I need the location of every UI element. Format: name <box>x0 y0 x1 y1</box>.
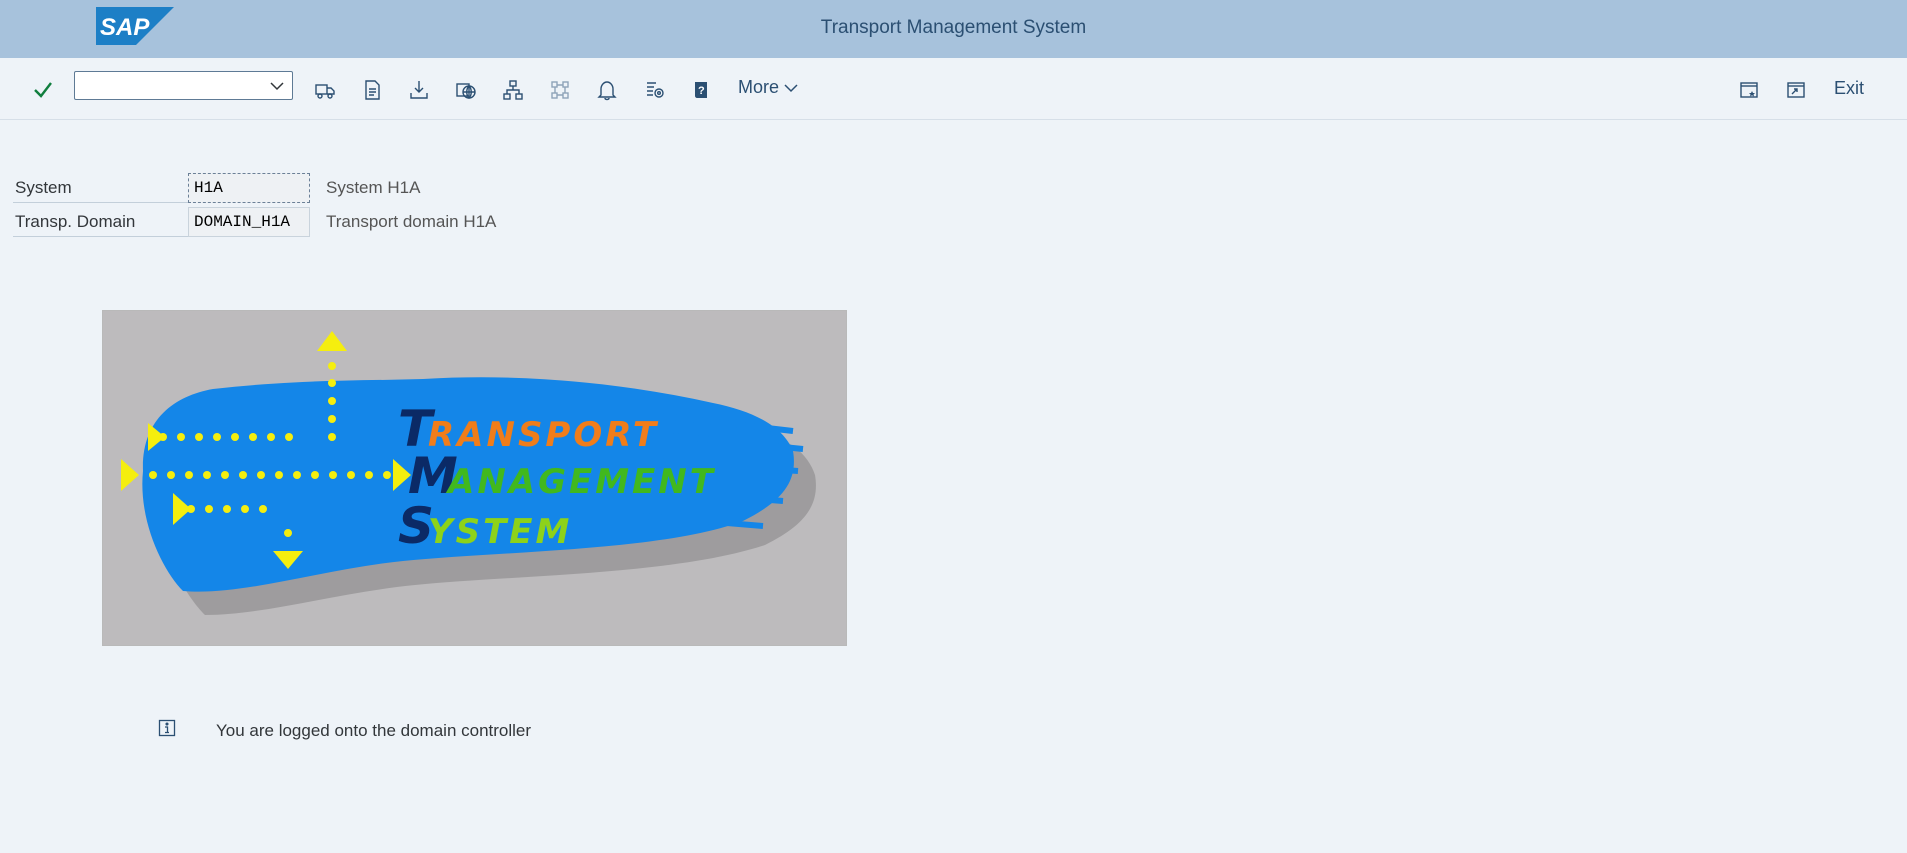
globe-button[interactable] <box>451 75 481 105</box>
wordmark-line3: YSTEM <box>428 512 572 552</box>
transport-button[interactable] <box>310 75 340 105</box>
app-title: Transport Management System <box>820 17 1087 38</box>
help-button[interactable]: ? <box>687 75 717 105</box>
tms-logo-banner: T RANSPORT M ANAGEMENT S YSTEM <box>102 310 847 646</box>
chevron-down-icon[interactable] <box>268 77 286 95</box>
hierarchy-button[interactable] <box>498 75 528 105</box>
list-settings-button[interactable] <box>640 75 670 105</box>
wordmark-line2: ANAGEMENT <box>445 462 716 502</box>
transport-domain-description: Transport domain H1A <box>326 212 497 231</box>
enter-button[interactable] <box>28 75 58 105</box>
command-input[interactable] <box>75 72 267 99</box>
window-button[interactable] <box>1781 75 1811 105</box>
document-icon <box>365 80 380 100</box>
system-label: System <box>13 173 188 203</box>
command-field[interactable] <box>74 71 293 100</box>
application-toolbar: ? More Exit <box>0 58 1907 120</box>
document-button[interactable] <box>357 75 387 105</box>
shell-header: SAP Transport Management System <box>0 0 1907 58</box>
window-arrow-icon <box>1787 82 1805 98</box>
hierarchy-icon <box>503 80 523 100</box>
more-label: More <box>738 77 780 97</box>
wordmark-line1: RANSPORT <box>428 415 659 455</box>
chevron-down-icon <box>784 83 798 92</box>
new-window-button[interactable] <box>1734 75 1764 105</box>
exit-button[interactable]: Exit <box>1834 78 1864 99</box>
truck-icon <box>315 84 335 99</box>
list-settings-icon <box>647 82 664 98</box>
info-icon <box>158 719 176 737</box>
help-book-icon: ? <box>695 82 707 98</box>
system-field[interactable]: H1A <box>188 173 310 203</box>
import-icon <box>410 81 428 99</box>
network-icon <box>551 81 569 99</box>
svg-text:?: ? <box>698 85 705 97</box>
import-button[interactable] <box>404 75 434 105</box>
network-button[interactable] <box>545 75 575 105</box>
status-message: You are logged onto the domain controlle… <box>158 719 531 740</box>
system-description: System H1A <box>326 178 421 197</box>
bell-icon <box>597 81 617 101</box>
checkmark-icon <box>34 82 52 98</box>
more-menu-button[interactable]: More <box>738 77 799 98</box>
status-text: You are logged onto the domain controlle… <box>216 721 532 740</box>
globe-icon <box>456 83 476 99</box>
tms-logo-graphic: T RANSPORT M ANAGEMENT S YSTEM <box>121 331 816 615</box>
transport-domain-label: Transp. Domain <box>13 207 188 237</box>
new-window-icon <box>1740 82 1758 98</box>
alerts-button[interactable] <box>592 75 622 105</box>
transport-domain-field[interactable]: DOMAIN_H1A <box>188 207 310 237</box>
